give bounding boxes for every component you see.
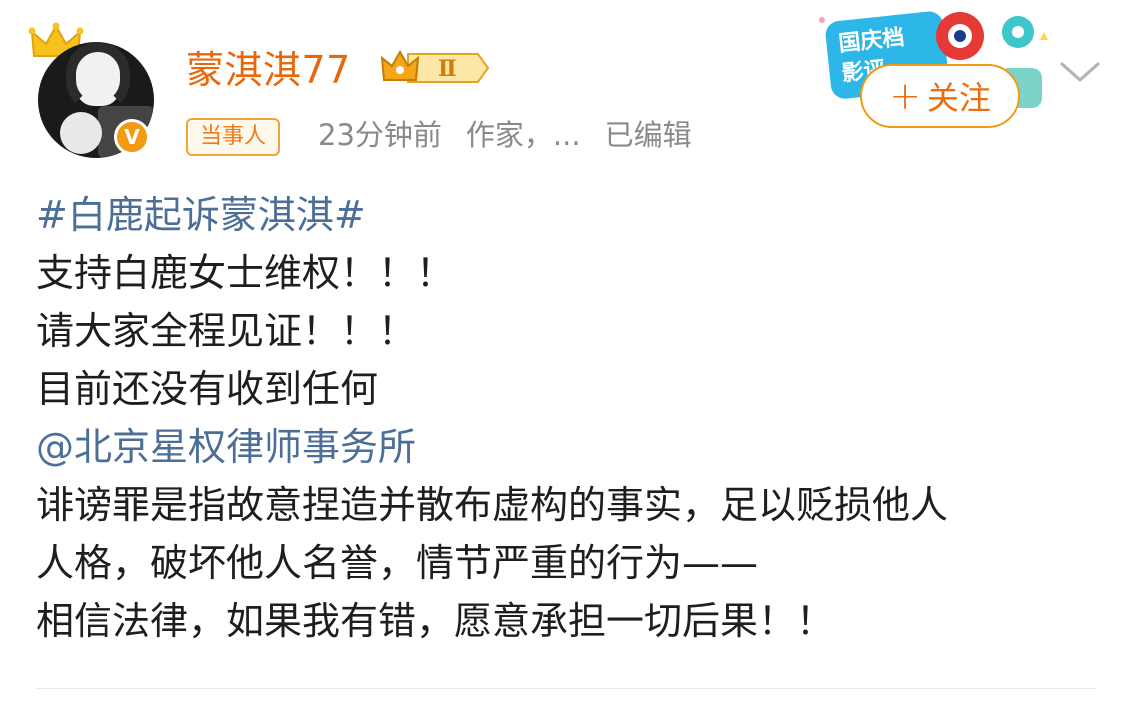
role-tag: 当事人 <box>186 118 281 156</box>
follow-button[interactable]: + 关注 <box>860 64 1020 128</box>
post-meta: 23分钟前 作家，... 已编辑 <box>318 112 716 158</box>
level-crown-icon[interactable]: Ⅱ <box>380 48 492 88</box>
plus-icon: + <box>889 74 921 118</box>
post-line-4: 诽谤罪是指故意捏造并散布虚构的事实，足以贬损他人 <box>36 483 949 527</box>
edited-label[interactable]: 已编辑 <box>605 118 692 152</box>
author-description[interactable]: 作家，... <box>466 118 581 152</box>
hashtag-link[interactable]: #白鹿起诉蒙淇淇# <box>36 186 1106 244</box>
post-line-2: 请大家全程见证！！！ <box>36 309 417 353</box>
post-time: 23分钟前 <box>318 118 442 152</box>
post-line-5: 人格，破坏他人名誉，情节严重的行为—— <box>36 541 759 585</box>
avatar-figure-top <box>66 42 130 112</box>
avatar-figure-bottom <box>60 112 102 154</box>
follow-label: 关注 <box>926 79 991 117</box>
divider <box>36 688 1096 689</box>
post-content: #白鹿起诉蒙淇淇# 支持白鹿女士维权！！！ 请大家全程见证！！！ 目前还没有收到… <box>36 186 1106 650</box>
username[interactable]: 蒙淇淇77 <box>186 42 351 98</box>
level-number: Ⅱ <box>438 56 457 82</box>
post-line-1: 支持白鹿女士维权！！！ <box>36 251 455 295</box>
post-line-6: 相信法律，如果我有错，愿意承担一切后果！！ <box>36 599 835 643</box>
verified-v-icon: V <box>114 119 150 155</box>
chevron-down-icon[interactable] <box>1058 58 1102 86</box>
post-line-3: 目前还没有收到任何 <box>36 367 379 411</box>
mention-link[interactable]: @北京星权律师事务所 <box>36 418 1106 476</box>
